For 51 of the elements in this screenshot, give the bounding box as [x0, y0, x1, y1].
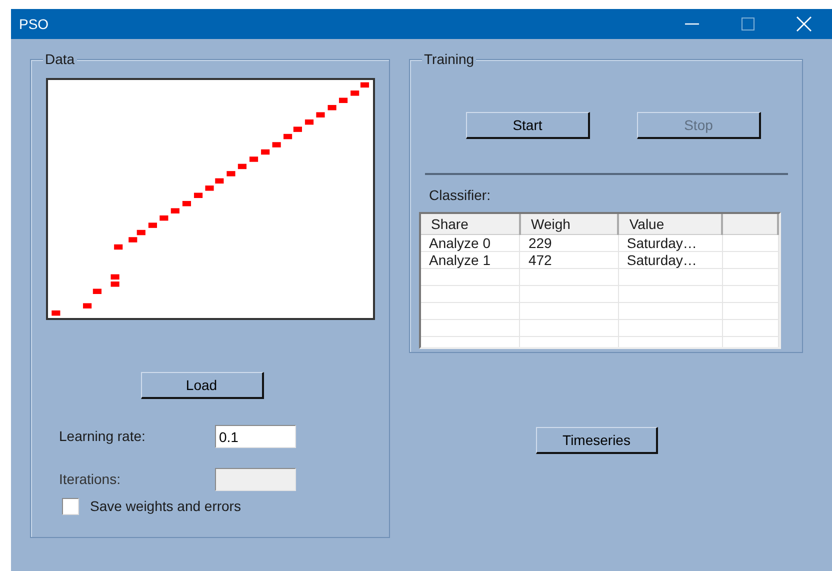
data-point	[114, 244, 123, 250]
field-label: Learning rate:	[59, 427, 146, 446]
data-point	[215, 178, 224, 184]
data-point	[316, 112, 325, 118]
data-point	[194, 192, 203, 198]
load-button[interactable]: Load	[140, 372, 264, 399]
maximize-icon	[741, 17, 755, 31]
data-point	[148, 222, 157, 228]
data-point	[226, 171, 236, 176]
data-point	[110, 282, 120, 287]
data-point	[160, 215, 168, 221]
data-point	[238, 164, 246, 170]
data-point	[261, 149, 270, 155]
data-point	[136, 230, 146, 236]
table-cell: 472	[520, 251, 618, 268]
field-label: Iterations:	[59, 470, 122, 489]
table-cell: Analyze 1	[421, 251, 520, 268]
checkbox-label: Save weights and errors	[90, 497, 241, 516]
group-title: Data	[43, 51, 77, 67]
data-point	[293, 126, 302, 132]
data-point	[128, 237, 138, 242]
data-point	[350, 90, 360, 96]
column-header[interactable]: Share	[421, 214, 520, 234]
data-point	[83, 303, 92, 308]
timeseries-button[interactable]: Timeseries	[536, 427, 658, 454]
data-point	[92, 288, 102, 294]
data-point	[110, 274, 120, 280]
checkbox[interactable]	[62, 498, 79, 515]
data-point	[205, 186, 214, 191]
data-point	[360, 82, 370, 88]
column-header[interactable]: Weigh	[520, 214, 618, 234]
data-point	[338, 98, 348, 103]
column-header[interactable]: Value	[618, 214, 722, 234]
data-point	[170, 208, 180, 214]
data-point	[249, 156, 258, 162]
classifier-label: Classifier:	[429, 186, 492, 205]
learning-rate-field[interactable]: 0.1	[215, 425, 296, 448]
data-point	[304, 119, 314, 125]
data-point	[272, 142, 281, 148]
data-point	[52, 310, 60, 316]
table-cell: Saturday…	[618, 234, 722, 251]
group-title: Training	[422, 51, 476, 67]
close-icon	[796, 16, 812, 32]
table-cell: 229	[520, 234, 618, 251]
data-point	[182, 200, 192, 206]
window-title: PSO	[18, 14, 49, 34]
table-cell: Saturday…	[618, 251, 722, 268]
data-point	[284, 134, 292, 140]
action-button[interactable]: Start	[466, 112, 590, 139]
table-cell: Analyze 0	[421, 234, 520, 251]
data-point	[328, 104, 336, 110]
